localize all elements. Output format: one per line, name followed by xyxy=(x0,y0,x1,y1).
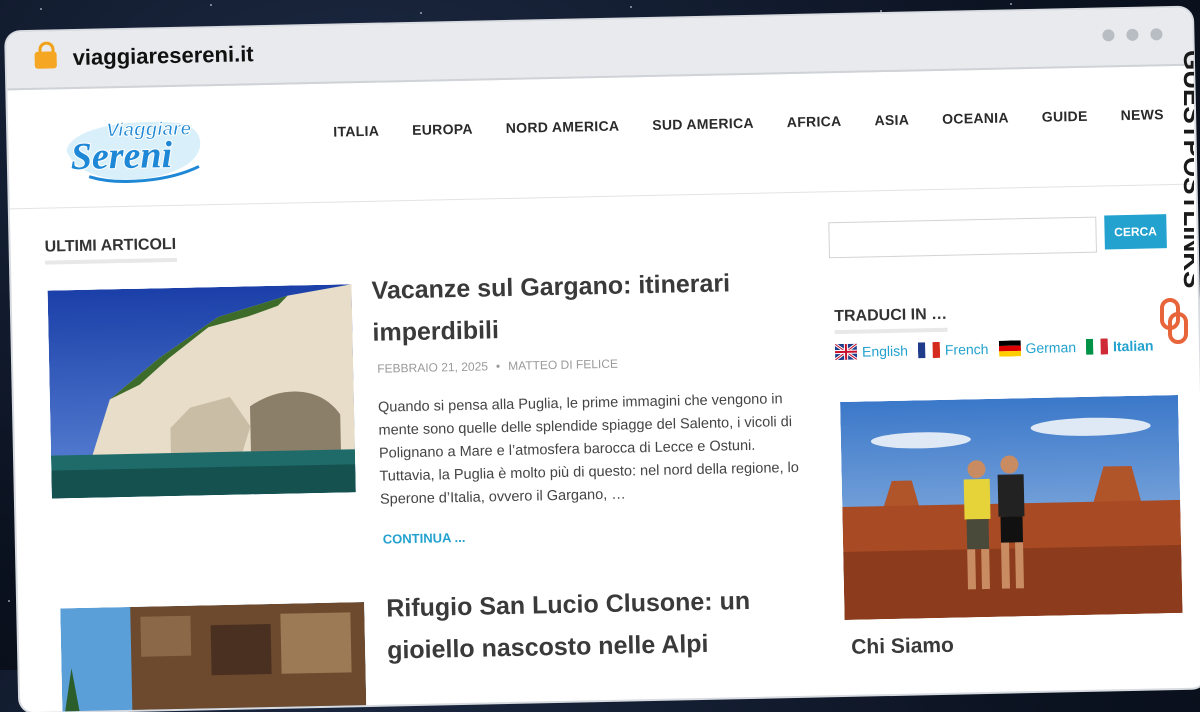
post-title[interactable]: Rifugio San Lucio Clusone: un gioiello n… xyxy=(386,580,752,672)
watermark-text: GUESTPOSTLINKS xyxy=(1178,50,1194,288)
watermark: GUESTPOSTLINKS xyxy=(1154,50,1200,380)
germany-flag-icon xyxy=(998,340,1021,357)
logo-text-main: Sereni xyxy=(70,134,173,178)
nav-item-nord-america[interactable]: NORD AMERICA xyxy=(506,118,620,136)
uk-flag-icon xyxy=(834,343,858,361)
main-nav: ITALIA EUROPA NORD AMERICA SUD AMERICA A… xyxy=(333,106,1164,139)
window-dot[interactable] xyxy=(1150,28,1163,41)
post-title-line[interactable]: gioiello nascosto nelle Alpi xyxy=(387,630,709,665)
post-title-line[interactable]: Rifugio San Lucio Clusone: un xyxy=(386,587,750,623)
france-flag-icon xyxy=(917,341,941,359)
nav-item-italia[interactable]: ITALIA xyxy=(333,123,379,140)
language-french[interactable]: French xyxy=(917,341,989,359)
language-english[interactable]: English xyxy=(834,343,908,361)
nav-item-europa[interactable]: EUROPA xyxy=(412,121,473,138)
language-label[interactable]: English xyxy=(862,343,908,360)
language-switcher: English French German Italian xyxy=(834,337,1154,361)
language-label[interactable]: French xyxy=(945,341,989,358)
about-title: Chi Siamo xyxy=(850,633,955,659)
language-german[interactable]: German xyxy=(998,339,1076,357)
lock-icon xyxy=(34,41,57,69)
nav-item-africa[interactable]: AFRICA xyxy=(787,113,842,130)
post-title-line[interactable]: imperdibili xyxy=(372,316,499,347)
site-header: Viaggiare Sereni ITALIA EUROPA NORD AMER… xyxy=(7,65,1196,210)
post-thumbnail[interactable] xyxy=(60,602,367,712)
nav-item-asia[interactable]: ASIA xyxy=(874,112,909,129)
language-italian[interactable]: Italian xyxy=(1085,337,1154,355)
post-title-line[interactable]: Vacanze sul Gargano: itinerari xyxy=(371,269,730,305)
post-author[interactable]: MATTEO DI FELICE xyxy=(508,357,618,373)
post-meta: FEBBRAIO 21, 2025 • MATTEO DI FELICE xyxy=(377,356,619,376)
language-label[interactable]: Italian xyxy=(1113,337,1154,354)
nav-item-oceania[interactable]: OCEANIA xyxy=(942,109,1009,126)
window-dot[interactable] xyxy=(1126,28,1139,41)
address-bar[interactable]: viaggiaresereni.it xyxy=(72,41,253,71)
about-photo xyxy=(840,394,1183,620)
nav-item-sud-america[interactable]: SUD AMERICA xyxy=(652,115,754,133)
window-dot[interactable] xyxy=(1102,29,1115,42)
post-date: FEBBRAIO 21, 2025 xyxy=(377,359,489,376)
window-controls xyxy=(1102,28,1163,42)
site-logo[interactable]: Viaggiare Sereni xyxy=(58,108,210,189)
post-excerpt: Quando si pensa alla Puglia, le prime im… xyxy=(377,390,800,508)
search-input[interactable] xyxy=(828,216,1097,259)
language-label[interactable]: German xyxy=(1025,339,1076,356)
nav-item-guide[interactable]: GUIDE xyxy=(1042,108,1088,125)
link-icon xyxy=(1160,298,1188,344)
browser-window: viaggiaresereni.it Viaggiare Sereni ITAL… xyxy=(6,7,1200,712)
italy-flag-icon xyxy=(1085,338,1109,355)
post-thumbnail[interactable] xyxy=(47,284,356,499)
post-title[interactable]: Vacanze sul Gargano: itinerari imperdibi… xyxy=(371,262,731,353)
widget-title-translate: TRADUCI IN … xyxy=(834,305,948,335)
continue-reading-link[interactable]: CONTINUA ... xyxy=(383,530,466,547)
section-title: ULTIMI ARTICOLI xyxy=(44,235,177,265)
